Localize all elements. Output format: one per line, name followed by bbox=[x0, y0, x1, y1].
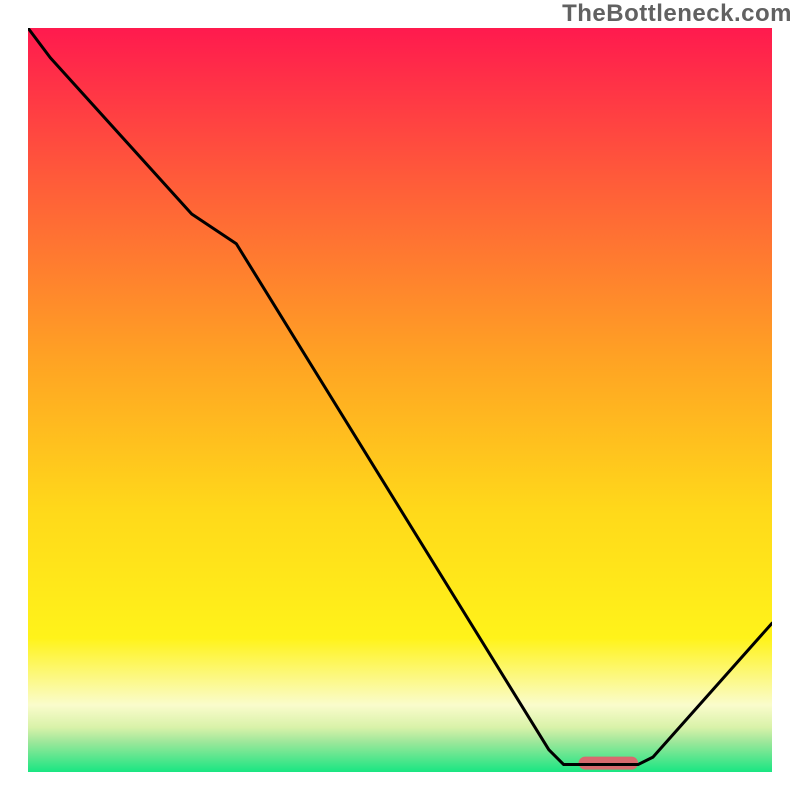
gradient-background bbox=[28, 28, 772, 772]
plot-area bbox=[28, 28, 772, 772]
chart-svg bbox=[28, 28, 772, 772]
watermark-text: TheBottleneck.com bbox=[562, 0, 792, 28]
chart-container: TheBottleneck.com bbox=[0, 0, 800, 800]
